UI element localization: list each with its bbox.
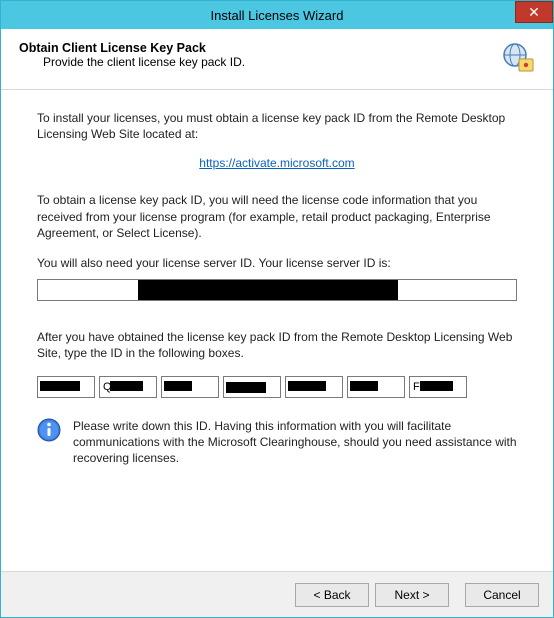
redacted-server-id	[138, 280, 398, 300]
intro-text: To install your licenses, you must obtai…	[37, 110, 517, 142]
license-server-icon	[501, 41, 535, 75]
wizard-footer: < Back Next > Cancel	[1, 571, 553, 617]
license-server-id-display	[37, 279, 517, 301]
wizard-header: Obtain Client License Key Pack Provide t…	[1, 29, 553, 90]
info-icon	[37, 418, 61, 442]
titlebar: Install Licenses Wizard ✕	[1, 1, 553, 29]
cancel-button[interactable]: Cancel	[465, 583, 539, 607]
key-pack-id-inputs	[37, 376, 517, 398]
info-note: Please write down this ID. Having this i…	[37, 418, 517, 467]
instruction-text: After you have obtained the license key …	[37, 329, 517, 361]
wizard-window: Install Licenses Wizard ✕ Obtain Client …	[0, 0, 554, 618]
info-text: Please write down this ID. Having this i…	[73, 418, 517, 467]
requirements-text-1: To obtain a license key pack ID, you wil…	[37, 192, 517, 241]
requirements-text-2: You will also need your license server I…	[37, 255, 517, 271]
window-title: Install Licenses Wizard	[1, 8, 553, 23]
back-button[interactable]: < Back	[295, 583, 369, 607]
activate-link[interactable]: https://activate.microsoft.com	[37, 156, 517, 170]
close-button[interactable]: ✕	[515, 1, 553, 23]
next-button[interactable]: Next >	[375, 583, 449, 607]
page-title: Obtain Client License Key Pack	[19, 41, 491, 55]
page-subtitle: Provide the client license key pack ID.	[43, 55, 491, 69]
wizard-body: To install your licenses, you must obtai…	[1, 90, 553, 571]
